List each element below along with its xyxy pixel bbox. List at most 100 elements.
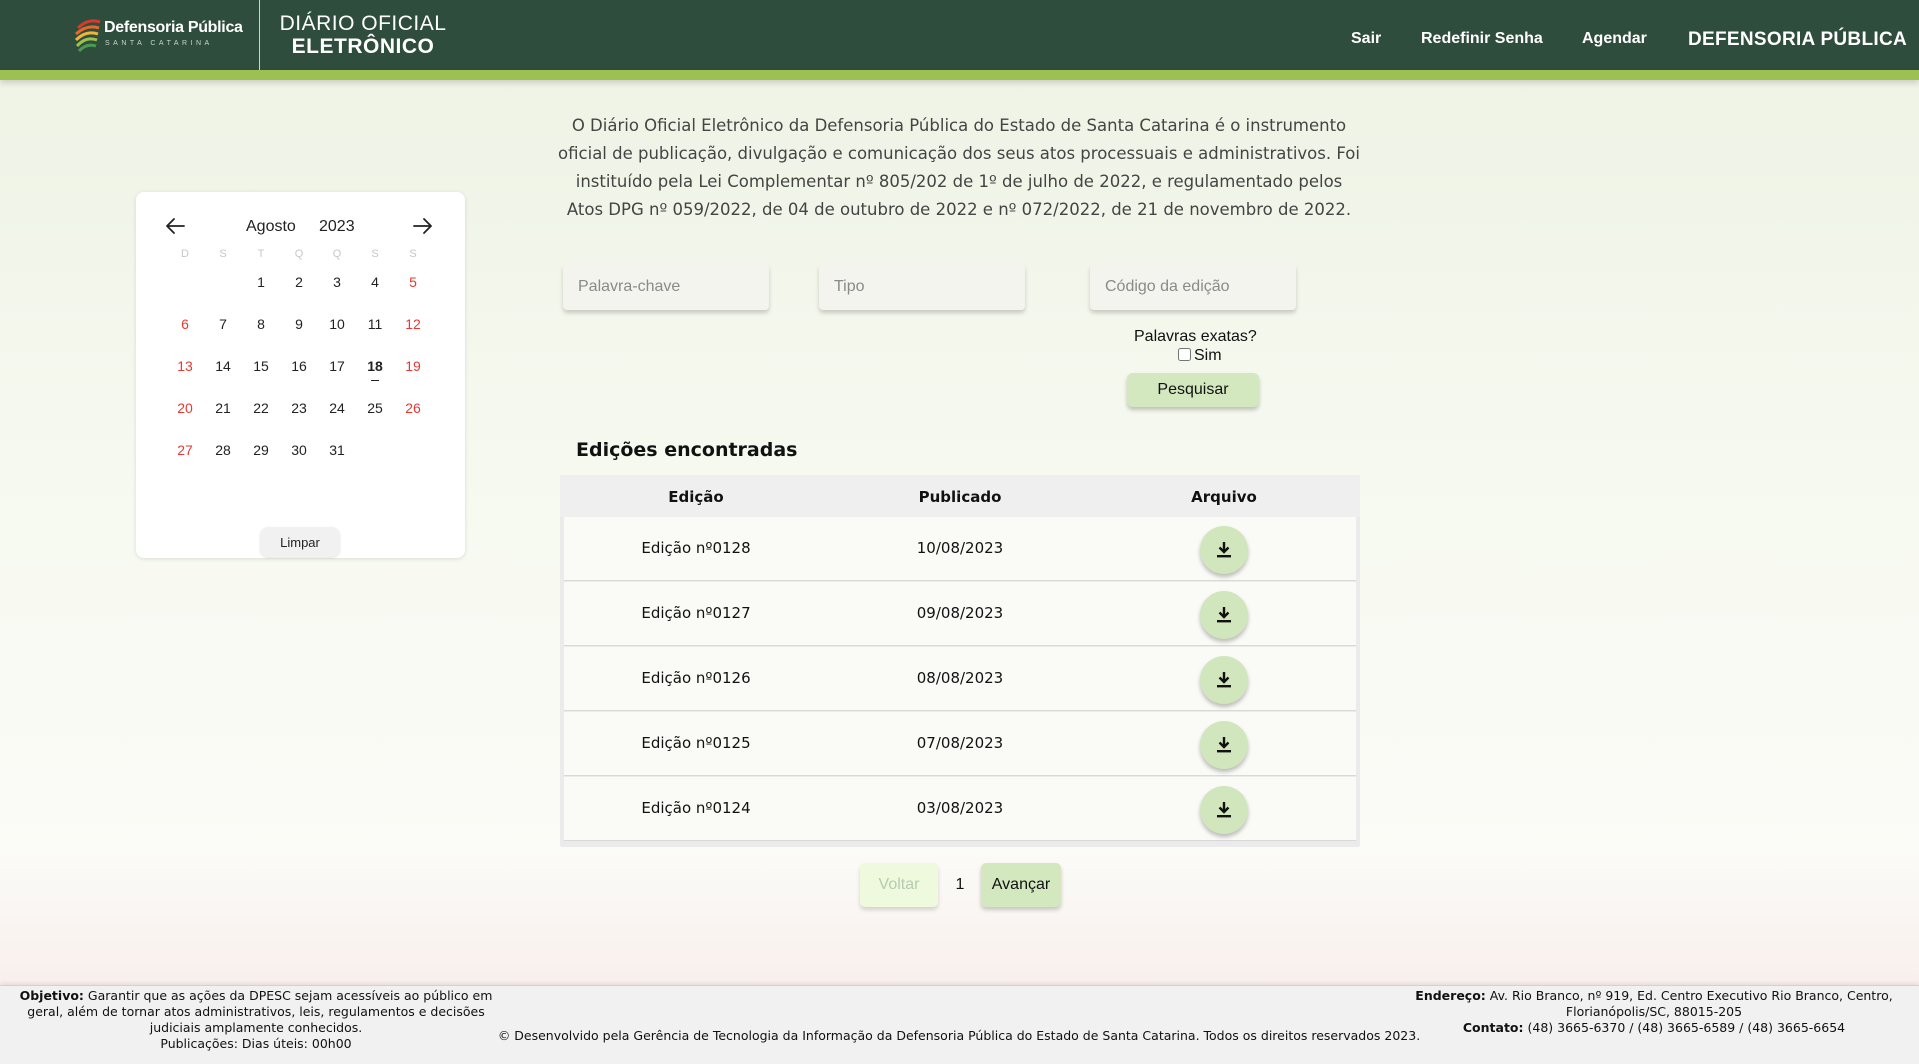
- contact-text: (48) 3665-6370 / (48) 3665-6589 / (48) 3…: [1527, 1020, 1846, 1035]
- objective-text: Garantir que as ações da DPESC sejam ace…: [27, 988, 493, 1035]
- edition-code-input[interactable]: [1090, 264, 1296, 310]
- download-button[interactable]: [1200, 656, 1248, 704]
- download-button[interactable]: [1200, 591, 1248, 639]
- pagination-prev-button[interactable]: Voltar: [860, 863, 938, 907]
- type-input[interactable]: [819, 264, 1025, 310]
- keyword-input[interactable]: [563, 264, 769, 310]
- table-row: Edição nº0127 09/08/2023: [564, 582, 1356, 646]
- column-header-edition: Edição: [668, 488, 724, 506]
- calendar-month[interactable]: Agosto: [246, 218, 296, 236]
- download-icon: [1217, 607, 1231, 623]
- calendar-day[interactable]: 28: [208, 436, 238, 464]
- exact-words-label: Palavras exatas?: [1134, 328, 1257, 345]
- calendar-day[interactable]: 7: [208, 310, 238, 338]
- logo-emblem-icon: [74, 19, 101, 52]
- objective-label: Objetivo:: [19, 988, 84, 1003]
- published-cell: 10/08/2023: [916, 539, 1004, 557]
- published-cell: 08/08/2023: [916, 669, 1004, 687]
- calendar-day[interactable]: 12: [398, 310, 428, 338]
- download-button[interactable]: [1200, 526, 1248, 574]
- calendar-day[interactable]: 3: [322, 268, 352, 296]
- calendar-day[interactable]: 1: [246, 268, 276, 296]
- results-title: Edições encontradas: [576, 439, 798, 461]
- nav-agendar[interactable]: Agendar: [1582, 30, 1647, 48]
- calendar-day[interactable]: 22: [246, 394, 276, 422]
- column-header-published: Publicado: [918, 488, 1002, 506]
- publications-schedule: Publicações: Dias úteis: 00h00: [160, 1036, 352, 1051]
- calendar-day[interactable]: 15: [246, 352, 276, 380]
- calendar-day[interactable]: 21: [208, 394, 238, 422]
- table-row: Edição nº0126 08/08/2023: [564, 647, 1356, 711]
- calendar-day[interactable]: 16: [284, 352, 314, 380]
- calendar-day[interactable]: 31: [322, 436, 352, 464]
- arrow-right-icon[interactable]: [412, 216, 434, 236]
- footer: Objetivo: Garantir que as ações da DPESC…: [0, 985, 1919, 1064]
- exact-words-option-label: Sim: [1194, 347, 1222, 364]
- weekday-label: Q: [332, 248, 342, 260]
- calendar-day[interactable]: 20: [170, 394, 200, 422]
- download-icon: [1217, 672, 1231, 688]
- defensoria-logo[interactable]: Defensoria Pública SANTA CATARINA: [74, 14, 244, 54]
- logo-title: Defensoria Pública: [104, 19, 243, 36]
- site-title-line1: DIÁRIO OFICIAL: [279, 12, 447, 35]
- edition-cell: Edição nº0127: [641, 604, 751, 622]
- calendar-day[interactable]: 19: [398, 352, 428, 380]
- address-label: Endereço:: [1415, 988, 1486, 1003]
- results-table: Edição Publicado Arquivo Edição nº0128 1…: [560, 475, 1360, 847]
- calendar-day[interactable]: 25: [360, 394, 390, 422]
- weekday-label: D: [181, 248, 189, 260]
- edition-cell: Edição nº0124: [641, 799, 751, 817]
- calendar-day[interactable]: 2: [284, 268, 314, 296]
- table-row: Edição nº0124 03/08/2023: [564, 777, 1356, 841]
- calendar-clear-button[interactable]: Limpar: [260, 527, 340, 557]
- site-title-line2: ELETRÔNICO: [291, 35, 435, 58]
- address-text: Av. Rio Branco, nº 919, Ed. Centro Execu…: [1489, 988, 1893, 1019]
- site-title: DIÁRIO OFICIAL ELETRÔNICO: [268, 12, 458, 58]
- pagination-next-button[interactable]: Avançar: [981, 863, 1061, 907]
- calendar-day[interactable]: 11: [360, 310, 390, 338]
- table-row: Edição nº0125 07/08/2023: [564, 712, 1356, 776]
- published-cell: 03/08/2023: [916, 799, 1004, 817]
- logo-subtitle: SANTA CATARINA: [105, 40, 213, 47]
- search-button[interactable]: Pesquisar: [1127, 373, 1259, 407]
- published-cell: 09/08/2023: [916, 604, 1004, 622]
- footer-contact-info: Endereço: Av. Rio Branco, nº 919, Ed. Ce…: [1400, 988, 1908, 1036]
- calendar-day[interactable]: 9: [284, 310, 314, 338]
- nav-redefinir-senha[interactable]: Redefinir Senha: [1421, 30, 1543, 48]
- calendar-day[interactable]: 10: [322, 310, 352, 338]
- download-button[interactable]: [1200, 786, 1248, 834]
- calendar-day[interactable]: 13: [170, 352, 200, 380]
- calendar-year[interactable]: 2023: [319, 218, 355, 236]
- arrow-left-icon[interactable]: [164, 216, 186, 236]
- weekday-label: S: [371, 248, 379, 260]
- table-row: Edição nº0128 10/08/2023: [564, 517, 1356, 581]
- weekday-label: T: [257, 248, 265, 260]
- header-accent-bar: [0, 70, 1919, 80]
- calendar-day[interactable]: 14: [208, 352, 238, 380]
- edition-cell: Edição nº0126: [641, 669, 751, 687]
- exact-words-checkbox[interactable]: [1178, 348, 1191, 361]
- edition-cell: Edição nº0128: [641, 539, 751, 557]
- weekday-label: S: [219, 248, 227, 260]
- nav-sair[interactable]: Sair: [1351, 30, 1381, 48]
- calendar-day-today[interactable]: 18: [360, 352, 390, 381]
- calendar-day[interactable]: 17: [322, 352, 352, 380]
- calendar-day[interactable]: 27: [170, 436, 200, 464]
- calendar-day[interactable]: 6: [170, 310, 200, 338]
- calendar-day[interactable]: 29: [246, 436, 276, 464]
- pagination-current-page: 1: [955, 876, 965, 893]
- top-header: Defensoria Pública SANTA CATARINA DIÁRIO…: [0, 0, 1919, 70]
- calendar-day[interactable]: 26: [398, 394, 428, 422]
- calendar-day[interactable]: 24: [322, 394, 352, 422]
- nav-brand[interactable]: DEFENSORIA PÚBLICA: [1688, 29, 1907, 51]
- download-icon: [1217, 542, 1231, 558]
- intro-text: O Diário Oficial Eletrônico da Defensori…: [558, 116, 1360, 219]
- download-button[interactable]: [1200, 721, 1248, 769]
- calendar-day[interactable]: 23: [284, 394, 314, 422]
- footer-objective: Objetivo: Garantir que as ações da DPESC…: [12, 988, 500, 1052]
- calendar-day[interactable]: 4: [360, 268, 390, 296]
- calendar-day[interactable]: 5: [398, 268, 428, 296]
- calendar: Agosto 2023 D S T Q Q S S 1 2 3 4 5 6 7 …: [136, 192, 465, 558]
- calendar-day[interactable]: 8: [246, 310, 276, 338]
- calendar-day[interactable]: 30: [284, 436, 314, 464]
